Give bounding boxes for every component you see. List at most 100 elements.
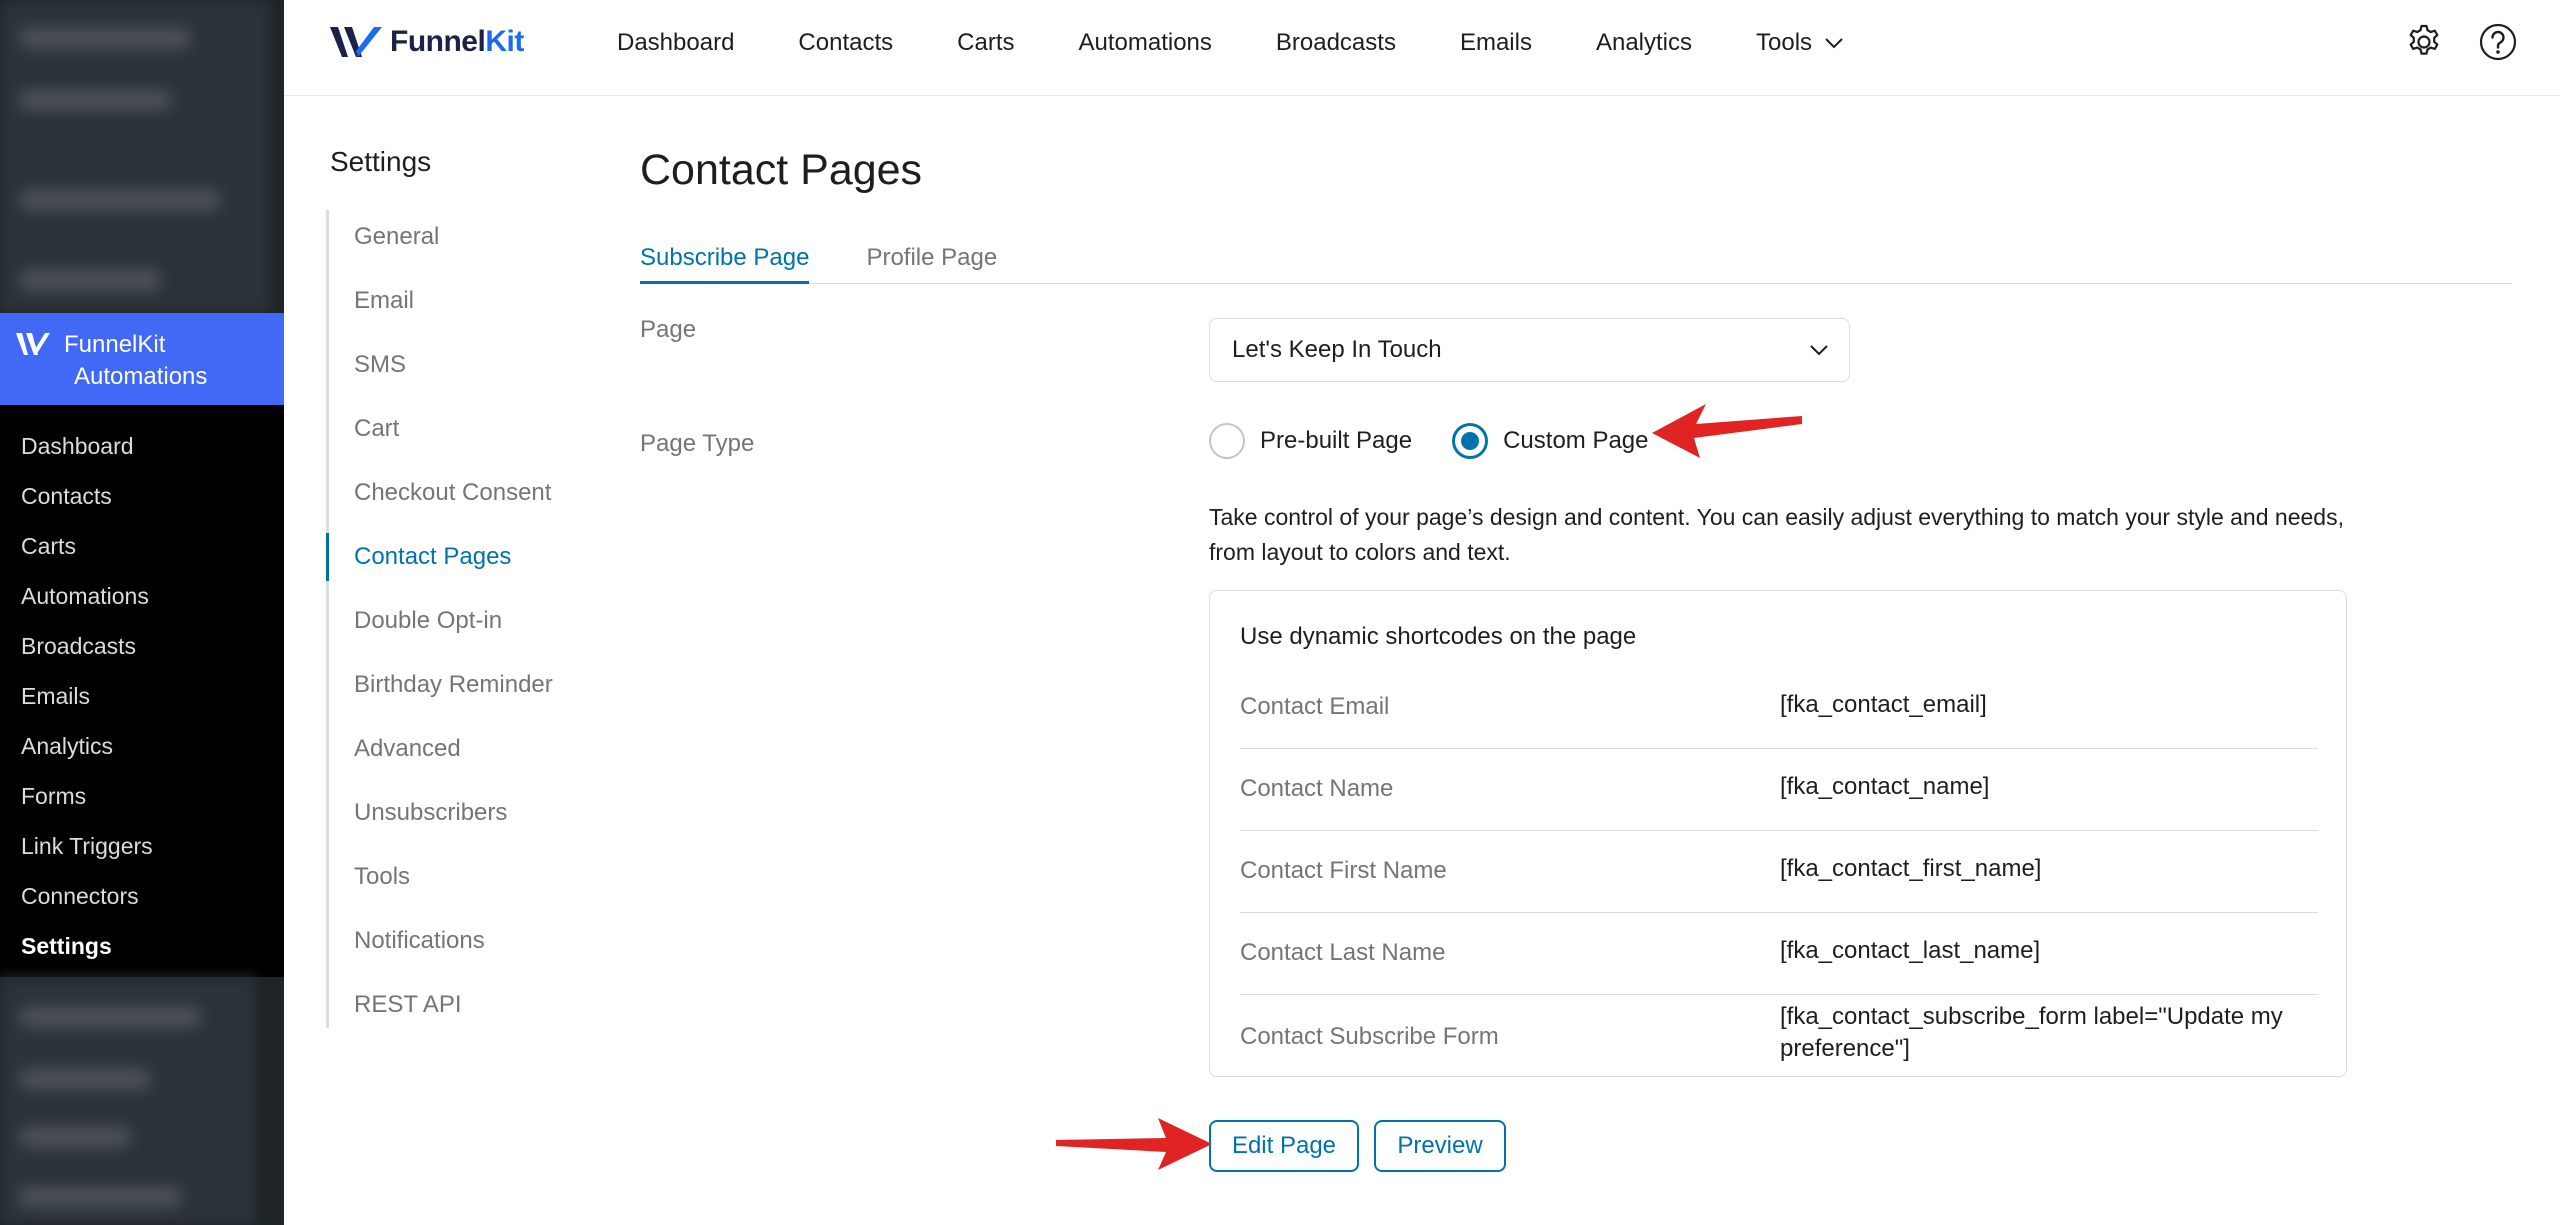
settings-item-contact-pages[interactable]: Contact Pages bbox=[326, 530, 586, 594]
settings-item-cart[interactable]: Cart bbox=[329, 402, 586, 466]
settings-heading: Settings bbox=[330, 146, 432, 177]
shortcodes-heading: Use dynamic shortcodes on the page bbox=[1240, 623, 1637, 650]
plugin-submenu: Dashboard Contacts Carts Automations Bro… bbox=[0, 405, 284, 977]
funnelkit-logo-icon bbox=[330, 27, 382, 57]
shortcode-row: Contact Name [fka_contact_name] bbox=[1240, 749, 2318, 831]
submenu-automations[interactable]: Automations bbox=[0, 571, 284, 621]
radio-checked-icon[interactable] bbox=[1452, 423, 1489, 459]
radio-custom-page[interactable]: Custom Page bbox=[1452, 423, 1649, 459]
shortcodes-panel: Use dynamic shortcodes on the page Conta… bbox=[1209, 590, 2347, 1077]
plugin-title-line2: Automations bbox=[74, 363, 208, 390]
brand-wordmark-part1: Funnel bbox=[390, 25, 486, 58]
page-select-value: Let's Keep In Touch bbox=[1232, 336, 1442, 363]
shortcode-label: Contact Last Name bbox=[1240, 939, 1446, 966]
topnav-emails[interactable]: Emails bbox=[1460, 29, 1532, 57]
topnav-contacts[interactable]: Contacts bbox=[798, 29, 893, 57]
submenu-emails[interactable]: Emails bbox=[0, 671, 284, 721]
topnav-automations[interactable]: Automations bbox=[1078, 29, 1211, 57]
settings-item-unsubscribers[interactable]: Unsubscribers bbox=[329, 786, 586, 850]
tab-profile-page[interactable]: Profile Page bbox=[866, 238, 997, 284]
submenu-forms[interactable]: Forms bbox=[0, 771, 284, 821]
page-type-label: Page Type bbox=[640, 430, 755, 457]
annotation-arrow-icon bbox=[1056, 1118, 1212, 1170]
brand-wordmark: FunnelKit bbox=[390, 25, 524, 59]
submenu-carts[interactable]: Carts bbox=[0, 521, 284, 571]
shortcode-row: Contact Email [fka_contact_email] bbox=[1240, 683, 2318, 749]
shortcode-row: Contact Subscribe Form [fka_contact_subs… bbox=[1240, 995, 2318, 1077]
funnelkit-brand[interactable]: FunnelKit bbox=[328, 22, 524, 62]
gear-icon[interactable] bbox=[2404, 22, 2444, 62]
settings-item-birthday-reminder[interactable]: Birthday Reminder bbox=[329, 658, 586, 722]
submenu-link-triggers[interactable]: Link Triggers bbox=[0, 821, 284, 871]
shortcode-value: [fka_contact_subscribe_form label="Updat… bbox=[1780, 1003, 2283, 1062]
topnav-label: Contacts bbox=[798, 29, 894, 56]
tab-subscribe-page[interactable]: Subscribe Page bbox=[640, 238, 810, 284]
shortcode-value: [fka_contact_first_name] bbox=[1780, 855, 2042, 882]
page-type-radio-group: Pre-built Page Custom Page bbox=[1209, 423, 1649, 459]
topnav-dashboard[interactable]: Dashboard bbox=[617, 29, 734, 57]
radio-unchecked-icon[interactable] bbox=[1209, 423, 1245, 459]
topnav-label: Carts bbox=[957, 29, 1015, 56]
plugin-title: FunnelKit Automations bbox=[64, 329, 207, 393]
top-icons bbox=[2370, 22, 2518, 62]
topnav-label: Tools bbox=[1756, 29, 1813, 56]
settings-item-notifications[interactable]: Notifications bbox=[329, 914, 586, 978]
preview-button[interactable]: Preview bbox=[1374, 1120, 1506, 1172]
plugin-title-line1: FunnelKit bbox=[64, 331, 166, 358]
edit-page-button[interactable]: Edit Page bbox=[1209, 1120, 1359, 1172]
shortcode-value: [fka_contact_name] bbox=[1780, 773, 1990, 800]
topnav-analytics[interactable]: Analytics bbox=[1596, 29, 1692, 57]
page-tabs: Subscribe Page Profile Page bbox=[640, 238, 2512, 284]
blurred-menu-bottom bbox=[0, 977, 256, 1225]
page-select[interactable]: Let's Keep In Touch bbox=[1209, 318, 1850, 382]
help-icon[interactable] bbox=[2478, 22, 2518, 62]
chevron-down-icon bbox=[1810, 345, 1828, 356]
submenu-contacts[interactable]: Contacts bbox=[0, 471, 284, 521]
radio-prebuilt-page[interactable]: Pre-built Page bbox=[1209, 423, 1412, 459]
settings-item-general[interactable]: General bbox=[329, 210, 586, 274]
submenu-connectors[interactable]: Connectors bbox=[0, 871, 284, 921]
settings-item-tools[interactable]: Tools bbox=[329, 850, 586, 914]
topnav-tools[interactable]: Tools bbox=[1756, 29, 1844, 57]
top-bar: FunnelKit Dashboard Contacts Carts Autom… bbox=[284, 0, 2560, 96]
topnav-label: Emails bbox=[1459, 29, 1532, 56]
settings-navigation: General Email SMS Cart Checkout Consent … bbox=[326, 210, 586, 1028]
settings-item-sms[interactable]: SMS bbox=[329, 338, 586, 402]
plugin-menu-header[interactable]: FunnelKit Automations bbox=[0, 313, 284, 405]
settings-item-email[interactable]: Email bbox=[329, 274, 586, 338]
topnav-broadcasts[interactable]: Broadcasts bbox=[1276, 29, 1396, 57]
top-navigation: Dashboard Contacts Carts Automations Bro… bbox=[617, 0, 1908, 86]
radio-label: Pre-built Page bbox=[1260, 427, 1413, 454]
chevron-down-icon bbox=[1825, 38, 1843, 49]
topnav-label: Dashboard bbox=[617, 29, 735, 56]
brand-wordmark-part2: Kit bbox=[485, 25, 524, 58]
settings-item-checkout-consent[interactable]: Checkout Consent bbox=[329, 466, 586, 530]
submenu-broadcasts[interactable]: Broadcasts bbox=[0, 621, 284, 671]
shortcode-label: Contact First Name bbox=[1240, 857, 1447, 884]
shortcode-row: Contact Last Name [fka_contact_last_name… bbox=[1240, 913, 2318, 995]
settings-item-double-opt-in[interactable]: Double Opt-in bbox=[329, 594, 586, 658]
topnav-label: Broadcasts bbox=[1275, 29, 1396, 56]
custom-page-description: Take control of your page’s design and c… bbox=[1209, 504, 2344, 565]
topnav-carts[interactable]: Carts bbox=[957, 29, 1014, 57]
blurred-menu-top bbox=[0, 0, 270, 313]
page-title: Contact Pages bbox=[640, 146, 923, 194]
shortcode-label: Contact Name bbox=[1240, 775, 1394, 802]
annotation-arrow-icon bbox=[1652, 404, 1802, 458]
submenu-settings[interactable]: Settings bbox=[0, 921, 284, 971]
shortcode-row: Contact First Name [fka_contact_first_na… bbox=[1240, 831, 2318, 913]
topnav-label: Automations bbox=[1078, 29, 1212, 56]
funnelkit-logo-icon bbox=[16, 333, 50, 355]
submenu-analytics[interactable]: Analytics bbox=[0, 721, 284, 771]
settings-item-rest-api[interactable]: REST API bbox=[329, 978, 586, 1042]
radio-label: Custom Page bbox=[1503, 427, 1649, 454]
shortcode-value: [fka_contact_email] bbox=[1780, 691, 1987, 718]
shortcode-value: [fka_contact_last_name] bbox=[1780, 937, 2041, 964]
shortcode-label: Contact Email bbox=[1240, 693, 1390, 720]
wp-admin-sidebar: FunnelKit Automations Dashboard Contacts… bbox=[0, 0, 284, 1225]
shortcode-label: Contact Subscribe Form bbox=[1240, 1023, 1499, 1050]
submenu-dashboard[interactable]: Dashboard bbox=[0, 421, 284, 471]
settings-item-advanced[interactable]: Advanced bbox=[329, 722, 586, 786]
topnav-label: Analytics bbox=[1595, 29, 1693, 56]
page-field-label: Page bbox=[640, 316, 697, 343]
